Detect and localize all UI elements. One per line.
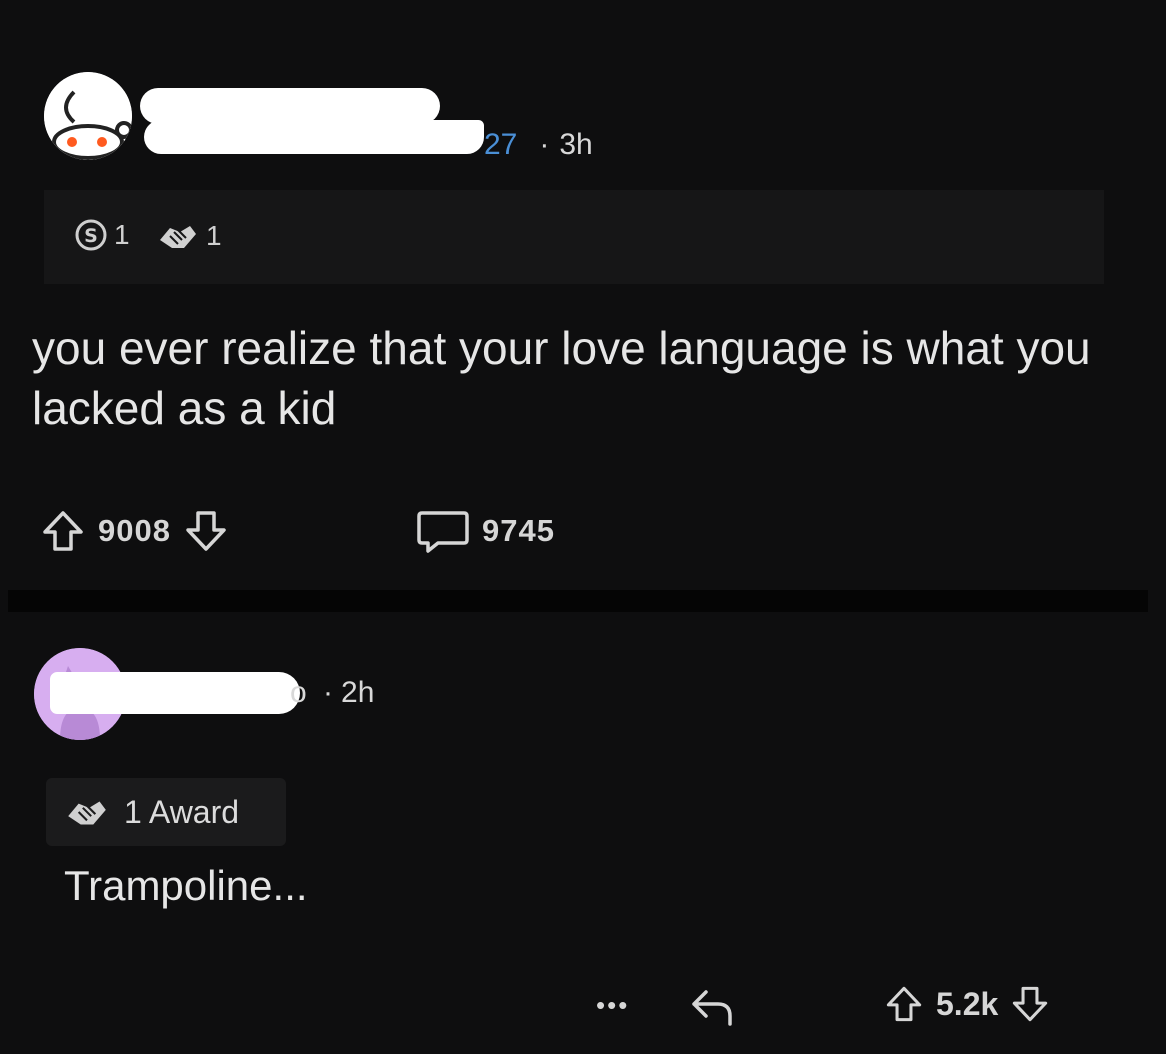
reply-arrow-icon: [688, 984, 736, 1028]
award-label: 1 Award: [124, 793, 240, 830]
handshake-award-icon: [156, 218, 200, 254]
post-title[interactable]: you ever realize that your love language…: [32, 318, 1142, 438]
comment-count: 9745: [482, 513, 555, 548]
award-handshake[interactable]: 1: [156, 218, 222, 254]
more-options-icon: •••: [596, 990, 630, 1020]
redacted-username-bar: [50, 672, 300, 714]
upvote-icon[interactable]: [884, 982, 924, 1026]
vote-group: 9008: [40, 508, 229, 554]
upvote-count: 9008: [98, 513, 171, 548]
downvote-icon[interactable]: [183, 508, 229, 554]
svg-text:S: S: [84, 225, 98, 247]
snoo-avatar-icon[interactable]: [44, 72, 132, 160]
award-silver[interactable]: S 1: [74, 218, 130, 252]
redacted-username-bar: [140, 88, 440, 124]
reply-button[interactable]: [688, 984, 736, 1028]
award-count: 1: [206, 220, 222, 251]
comment-age: 2h: [341, 676, 375, 709]
post-actions: 9008 9745: [40, 500, 740, 560]
username-link[interactable]: 27: [484, 128, 517, 161]
award-count: 1: [114, 219, 130, 250]
silver-award-icon: S: [74, 218, 108, 252]
comment-award-badge[interactable]: 1 Award: [46, 778, 286, 846]
comment-bubble-icon: [416, 508, 470, 554]
comment-body: Trampoline...: [64, 862, 308, 909]
upvote-icon[interactable]: [40, 508, 86, 554]
post-header: 27 · 3h: [44, 68, 744, 168]
more-options-button[interactable]: •••: [596, 990, 629, 1021]
comment-meta: o · 2h: [290, 676, 374, 710]
reddit-thread-screenshot: 27 · 3h S 1 1 you ever realize that your…: [0, 0, 1166, 1054]
comments-button[interactable]: 9745: [416, 508, 555, 554]
downvote-icon[interactable]: [1010, 982, 1050, 1026]
post-age: 3h: [559, 128, 593, 161]
comment-score: 5.2k: [936, 985, 999, 1022]
section-divider: [8, 590, 1148, 612]
meta-separator: ·: [539, 128, 550, 161]
handshake-award-icon: [64, 793, 110, 831]
username-link[interactable]: o: [290, 676, 307, 709]
post-meta: 27 · 3h: [484, 128, 593, 162]
comment-actions: ••• 5.2k: [580, 980, 1120, 1040]
post-awards-bar: S 1 1: [44, 190, 1104, 284]
meta-separator: ·: [323, 676, 334, 709]
redacted-username-bar: [144, 120, 484, 154]
comment-vote-group: 5.2k: [884, 982, 1050, 1026]
